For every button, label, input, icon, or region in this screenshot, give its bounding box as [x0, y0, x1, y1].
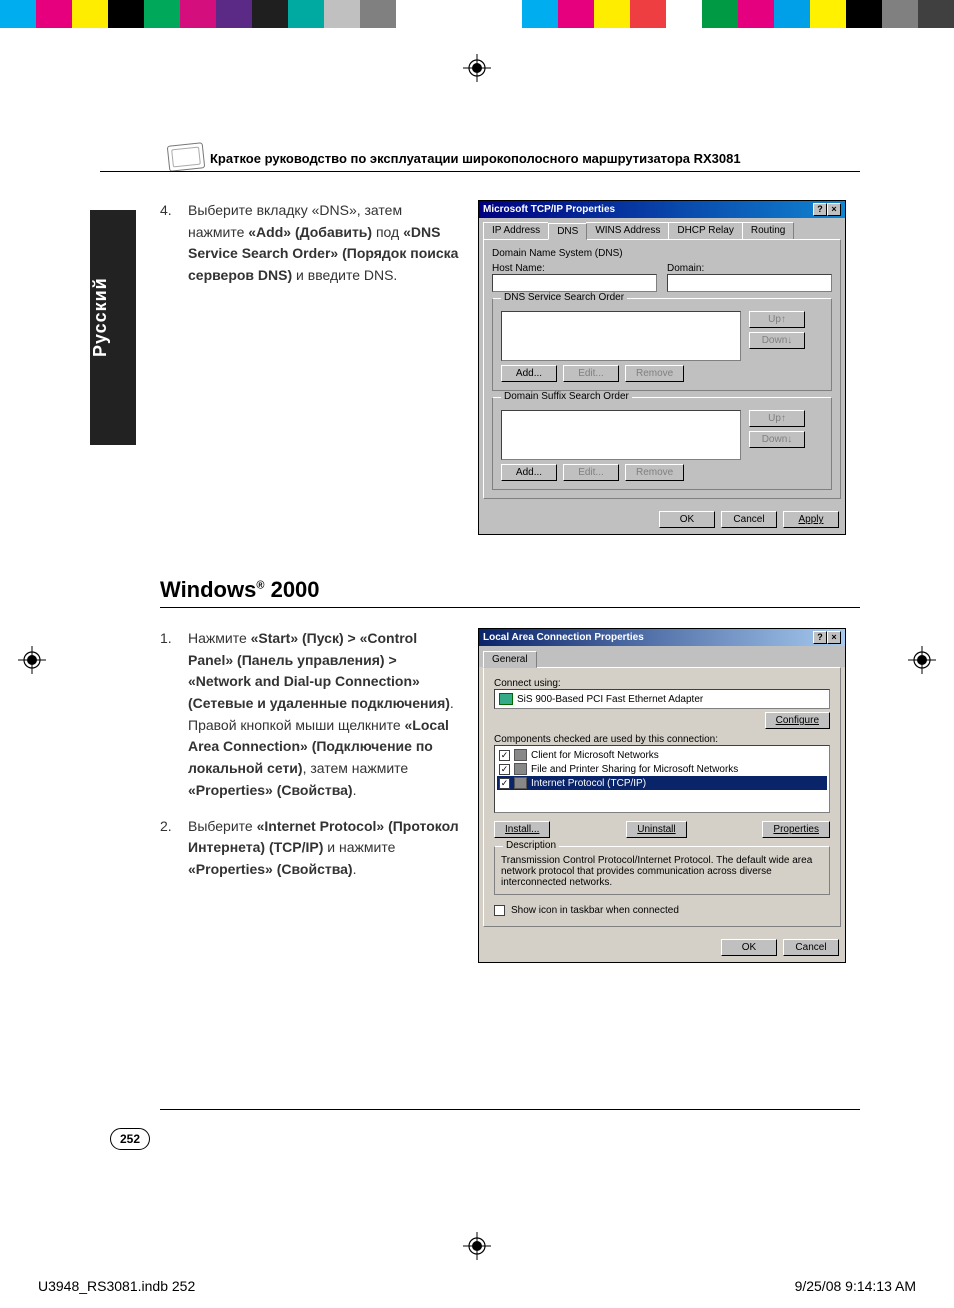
cancel-button[interactable]: Cancel — [721, 511, 777, 528]
edit-button[interactable]: Edit... — [563, 464, 619, 481]
show-icon-label: Show icon in taskbar when connected — [511, 905, 679, 916]
tab-ip-address[interactable]: IP Address — [483, 222, 549, 239]
registration-mark-icon — [463, 54, 491, 82]
domain-input[interactable] — [667, 274, 832, 292]
step-2: 2. Выберите «Internet Protocol» (Протоко… — [160, 816, 460, 881]
close-button[interactable]: × — [827, 631, 841, 644]
up-button[interactable]: Up↑ — [749, 311, 805, 328]
tab-strip: IP AddressDNSWINS AddressDHCP RelayRouti… — [479, 218, 845, 239]
dialog-titlebar: Local Area Connection Properties ? × — [479, 629, 845, 646]
component-label: Internet Protocol (TCP/IP) — [531, 778, 646, 789]
step-number: 1. — [160, 628, 188, 802]
remove-button[interactable]: Remove — [625, 464, 684, 481]
help-button[interactable]: ? — [813, 631, 827, 644]
tab-dhcp-relay[interactable]: DHCP Relay — [668, 222, 743, 239]
registration-mark-icon — [463, 1232, 491, 1260]
page-header-title: Краткое руководство по эксплуатации широ… — [210, 151, 741, 166]
description-text: Transmission Control Protocol/Internet P… — [501, 855, 823, 888]
checkbox-icon[interactable]: ✓ — [499, 750, 510, 761]
edit-button[interactable]: Edit... — [563, 365, 619, 382]
section-rule — [160, 607, 860, 608]
remove-button[interactable]: Remove — [625, 365, 684, 382]
tab-dns[interactable]: DNS — [548, 223, 587, 240]
help-button[interactable]: ? — [813, 203, 827, 216]
step-text: Выберите «Internet Protocol» (Протокол И… — [188, 816, 460, 881]
dns-search-list[interactable] — [501, 311, 741, 361]
step-number: 2. — [160, 816, 188, 881]
header-rule — [100, 171, 860, 172]
apply-button[interactable]: Apply — [783, 511, 839, 528]
dialog-titlebar: Microsoft TCP/IP Properties ? × — [479, 201, 845, 218]
checkbox-icon[interactable]: ✓ — [499, 778, 510, 789]
print-footer: U3948_RS3081.indb 252 9/25/08 9:14:13 AM — [38, 1278, 916, 1294]
dialog-title: Microsoft TCP/IP Properties — [483, 204, 615, 215]
tab-wins-address[interactable]: WINS Address — [586, 222, 669, 239]
tab-general[interactable]: General — [483, 651, 537, 668]
description-label: Description — [503, 840, 559, 851]
adapter-name: SiS 900-Based PCI Fast Ethernet Adapter — [517, 694, 703, 705]
print-color-bar — [0, 0, 954, 28]
step-text: Нажмите «Start» (Пуск) > «Control Panel»… — [188, 628, 460, 802]
print-footer-file: U3948_RS3081.indb 252 — [38, 1278, 195, 1294]
domain-label: Domain: — [667, 263, 832, 274]
note-stamp-icon — [167, 142, 206, 172]
step-text: Выберите вкладку «DNS», затем нажмите «A… — [188, 200, 460, 287]
cancel-button[interactable]: Cancel — [783, 939, 839, 956]
lan-properties-dialog: Local Area Connection Properties ? × Gen… — [478, 628, 846, 963]
dns-group-label: Domain Name System (DNS) — [492, 248, 832, 259]
component-icon — [514, 749, 527, 761]
add-button[interactable]: Add... — [501, 365, 557, 382]
configure-button[interactable]: Configure — [765, 712, 830, 729]
step-4: 4. Выберите вкладку «DNS», затем нажмите… — [160, 200, 460, 287]
add-button[interactable]: Add... — [501, 464, 557, 481]
language-side-tab: Русский — [90, 210, 136, 445]
component-icon — [514, 777, 527, 789]
component-label: Client for Microsoft Networks — [531, 750, 659, 761]
install-button[interactable]: Install... — [494, 821, 550, 838]
down-button[interactable]: Down↓ — [749, 431, 805, 448]
component-icon — [514, 763, 527, 775]
section-heading: Windows® 2000 — [160, 577, 860, 603]
registration-mark-icon — [18, 646, 46, 674]
print-footer-timestamp: 9/25/08 9:14:13 AM — [795, 1278, 916, 1294]
dialog-title: Local Area Connection Properties — [483, 632, 644, 643]
adapter-field: SiS 900-Based PCI Fast Ethernet Adapter — [494, 689, 830, 709]
host-name-label: Host Name: — [492, 263, 657, 274]
ok-button[interactable]: OK — [659, 511, 715, 528]
list-item[interactable]: ✓ Internet Protocol (TCP/IP) — [497, 776, 827, 790]
tcpip-properties-dialog: Microsoft TCP/IP Properties ? × IP Addre… — [478, 200, 846, 535]
domain-suffix-list[interactable] — [501, 410, 741, 460]
components-list[interactable]: ✓ Client for Microsoft Networks ✓ File and … — [494, 745, 830, 813]
checkbox-icon[interactable]: ✓ — [499, 764, 510, 775]
properties-button[interactable]: Properties — [762, 821, 830, 838]
up-button[interactable]: Up↑ — [749, 410, 805, 427]
registration-mark-icon — [908, 646, 936, 674]
down-button[interactable]: Down↓ — [749, 332, 805, 349]
nic-icon — [499, 693, 513, 705]
footer-rule — [160, 1109, 860, 1110]
host-name-input[interactable] — [492, 274, 657, 292]
step-number: 4. — [160, 200, 188, 287]
page-number-badge: 252 — [110, 1128, 150, 1150]
tab-routing[interactable]: Routing — [742, 222, 794, 239]
components-label: Components checked are used by this conn… — [494, 734, 830, 745]
component-label: File and Printer Sharing for Microsoft N… — [531, 764, 738, 775]
ok-button[interactable]: OK — [721, 939, 777, 956]
uninstall-button[interactable]: Uninstall — [626, 821, 686, 838]
list-item[interactable]: ✓ File and Printer Sharing for Microsoft … — [497, 762, 827, 776]
list-item[interactable]: ✓ Client for Microsoft Networks — [497, 748, 827, 762]
close-button[interactable]: × — [827, 203, 841, 216]
connect-using-label: Connect using: — [494, 678, 830, 689]
step-1: 1. Нажмите «Start» (Пуск) > «Control Pan… — [160, 628, 460, 802]
dns-search-order-label: DNS Service Search Order — [501, 292, 627, 303]
domain-suffix-label: Domain Suffix Search Order — [501, 391, 632, 402]
show-icon-checkbox[interactable] — [494, 905, 505, 916]
